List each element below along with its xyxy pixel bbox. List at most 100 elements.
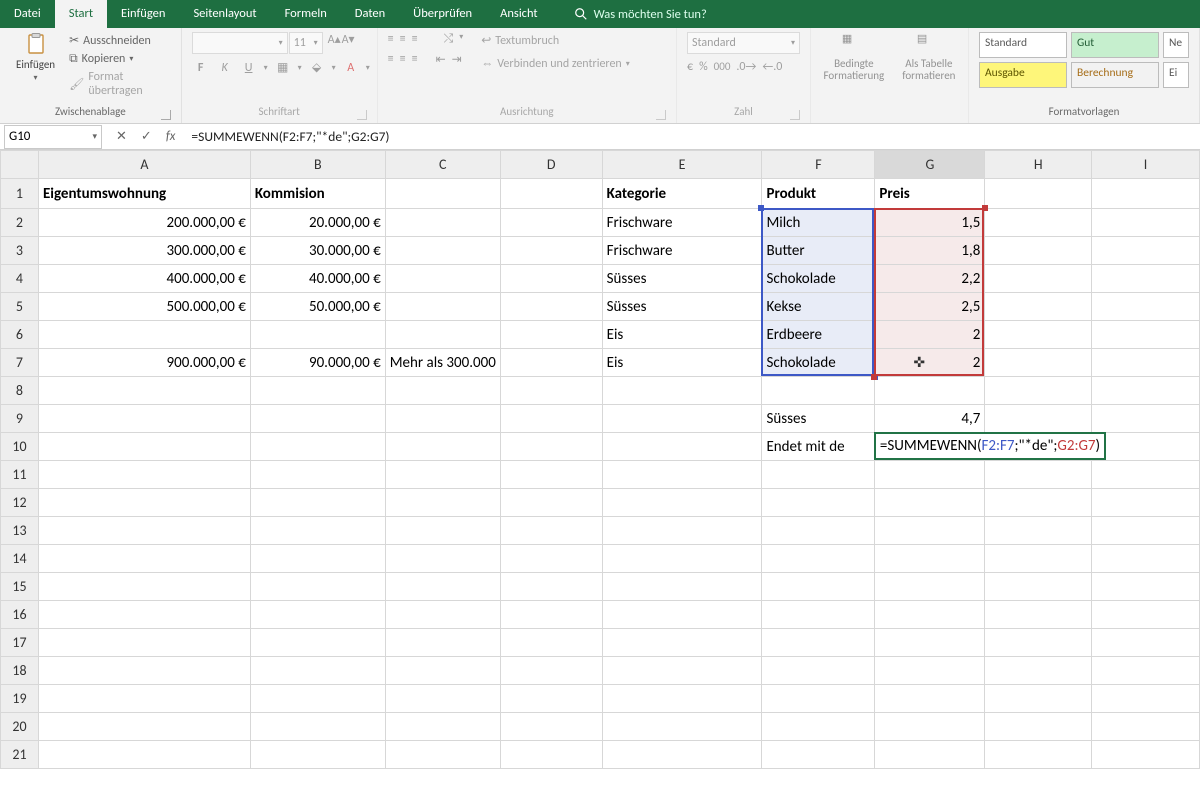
cell-F6[interactable]: Erdbeere — [762, 321, 875, 349]
cell-F15[interactable] — [762, 573, 875, 601]
row-header-12[interactable]: 12 — [1, 489, 39, 517]
cell-C3[interactable] — [385, 237, 500, 265]
cell-D2[interactable] — [500, 209, 602, 237]
worksheet-grid[interactable]: A B C D E F G H I 1EigentumswohnungKommi… — [0, 150, 1200, 769]
align-left-icon[interactable]: ≡ — [388, 52, 394, 67]
col-header-C[interactable]: C — [385, 151, 500, 179]
cell-B9[interactable] — [250, 405, 385, 433]
number-format-select[interactable]: Standard ▾ — [687, 32, 800, 54]
row-header-3[interactable]: 3 — [1, 237, 39, 265]
decrease-font-icon[interactable]: A▾ — [342, 32, 355, 54]
cell-D19[interactable] — [500, 685, 602, 713]
cell-H19[interactable] — [985, 685, 1092, 713]
align-center-icon[interactable]: ≡ — [400, 52, 406, 67]
cell-G4[interactable]: 2,2 — [875, 265, 985, 293]
cell-G14[interactable] — [875, 545, 985, 573]
cell-C2[interactable] — [385, 209, 500, 237]
cell-G1[interactable]: Preis — [875, 179, 985, 209]
cell-C21[interactable] — [385, 741, 500, 769]
cell-B5[interactable]: 50.000,00 € — [250, 293, 385, 321]
dec-decimal-icon[interactable]: ←.0 — [762, 60, 782, 74]
cell-E10[interactable] — [602, 433, 762, 461]
cell-F14[interactable] — [762, 545, 875, 573]
cell-B12[interactable] — [250, 489, 385, 517]
cell-A14[interactable] — [38, 545, 250, 573]
cell-I9[interactable] — [1092, 405, 1200, 433]
row-header-21[interactable]: 21 — [1, 741, 39, 769]
formula-input[interactable]: =SUMMEWENN(F2:F7;"*de";G2:G7) — [187, 128, 1200, 145]
cell-I21[interactable] — [1092, 741, 1200, 769]
fx-icon[interactable]: fx — [166, 129, 176, 144]
cell-B16[interactable] — [250, 601, 385, 629]
cell-E15[interactable] — [602, 573, 762, 601]
cell-G13[interactable] — [875, 517, 985, 545]
cell-E3[interactable]: Frischware — [602, 237, 762, 265]
paste-button[interactable]: Einfügen ▾ — [10, 32, 61, 83]
wrap-text-button[interactable]: ↩ Textumbruch — [479, 32, 632, 49]
cell-G17[interactable] — [875, 629, 985, 657]
cell-I10[interactable] — [1092, 433, 1200, 461]
cell-H9[interactable] — [985, 405, 1092, 433]
cell-D14[interactable] — [500, 545, 602, 573]
row-header-14[interactable]: 14 — [1, 545, 39, 573]
cell-H2[interactable] — [985, 209, 1092, 237]
name-box[interactable]: G10 ▾ — [4, 125, 102, 149]
cell-G8[interactable] — [875, 377, 985, 405]
cell-H20[interactable] — [985, 713, 1092, 741]
cell-G7[interactable]: 2 — [875, 349, 985, 377]
row-header-6[interactable]: 6 — [1, 321, 39, 349]
cell-B7[interactable]: 90.000,00 € — [250, 349, 385, 377]
cell-H16[interactable] — [985, 601, 1092, 629]
merge-center-button[interactable]: ⇔ Verbinden und zentrieren ▾ — [479, 55, 632, 72]
cell-F16[interactable] — [762, 601, 875, 629]
cell-I2[interactable] — [1092, 209, 1200, 237]
cell-E2[interactable]: Frischware — [602, 209, 762, 237]
cell-G2[interactable]: 1,5 — [875, 209, 985, 237]
fill-color-button[interactable]: ⬙ — [308, 60, 326, 75]
cell-B14[interactable] — [250, 545, 385, 573]
cell-D16[interactable] — [500, 601, 602, 629]
cell-I16[interactable] — [1092, 601, 1200, 629]
cell-D13[interactable] — [500, 517, 602, 545]
cell-D20[interactable] — [500, 713, 602, 741]
cell-A10[interactable] — [38, 433, 250, 461]
cell-I1[interactable] — [1092, 179, 1200, 209]
range-handle[interactable] — [758, 205, 764, 211]
cell-E1[interactable]: Kategorie — [602, 179, 762, 209]
cell-E19[interactable] — [602, 685, 762, 713]
cell-F13[interactable] — [762, 517, 875, 545]
cell-G9[interactable]: 4,7 — [875, 405, 985, 433]
cell-G12[interactable] — [875, 489, 985, 517]
cell-D18[interactable] — [500, 657, 602, 685]
cell-E13[interactable] — [602, 517, 762, 545]
cell-F17[interactable] — [762, 629, 875, 657]
cell-C1[interactable] — [385, 179, 500, 209]
cell-I8[interactable] — [1092, 377, 1200, 405]
cell-B21[interactable] — [250, 741, 385, 769]
cell-H18[interactable] — [985, 657, 1092, 685]
cell-G18[interactable] — [875, 657, 985, 685]
col-header-G[interactable]: G — [875, 151, 985, 179]
cell-E11[interactable] — [602, 461, 762, 489]
cell-C18[interactable] — [385, 657, 500, 685]
cell-E5[interactable]: Süsses — [602, 293, 762, 321]
cell-I6[interactable] — [1092, 321, 1200, 349]
cell-G3[interactable]: 1,8 — [875, 237, 985, 265]
cell-E7[interactable]: Eis — [602, 349, 762, 377]
cell-E6[interactable]: Eis — [602, 321, 762, 349]
cell-F2[interactable]: Milch — [762, 209, 875, 237]
cell-B6[interactable] — [250, 321, 385, 349]
cell-B3[interactable]: 30.000,00 € — [250, 237, 385, 265]
cell-E16[interactable] — [602, 601, 762, 629]
cancel-formula-icon[interactable]: ✕ — [116, 129, 127, 144]
style-eingabe[interactable]: Ei — [1163, 62, 1189, 88]
col-header-E[interactable]: E — [602, 151, 762, 179]
cell-E21[interactable] — [602, 741, 762, 769]
cell-B4[interactable]: 40.000,00 € — [250, 265, 385, 293]
cell-I11[interactable] — [1092, 461, 1200, 489]
cell-A6[interactable] — [38, 321, 250, 349]
cell-D3[interactable] — [500, 237, 602, 265]
style-gut[interactable]: Gut — [1071, 32, 1159, 58]
cell-A11[interactable] — [38, 461, 250, 489]
style-berechnung[interactable]: Berechnung — [1071, 62, 1159, 88]
